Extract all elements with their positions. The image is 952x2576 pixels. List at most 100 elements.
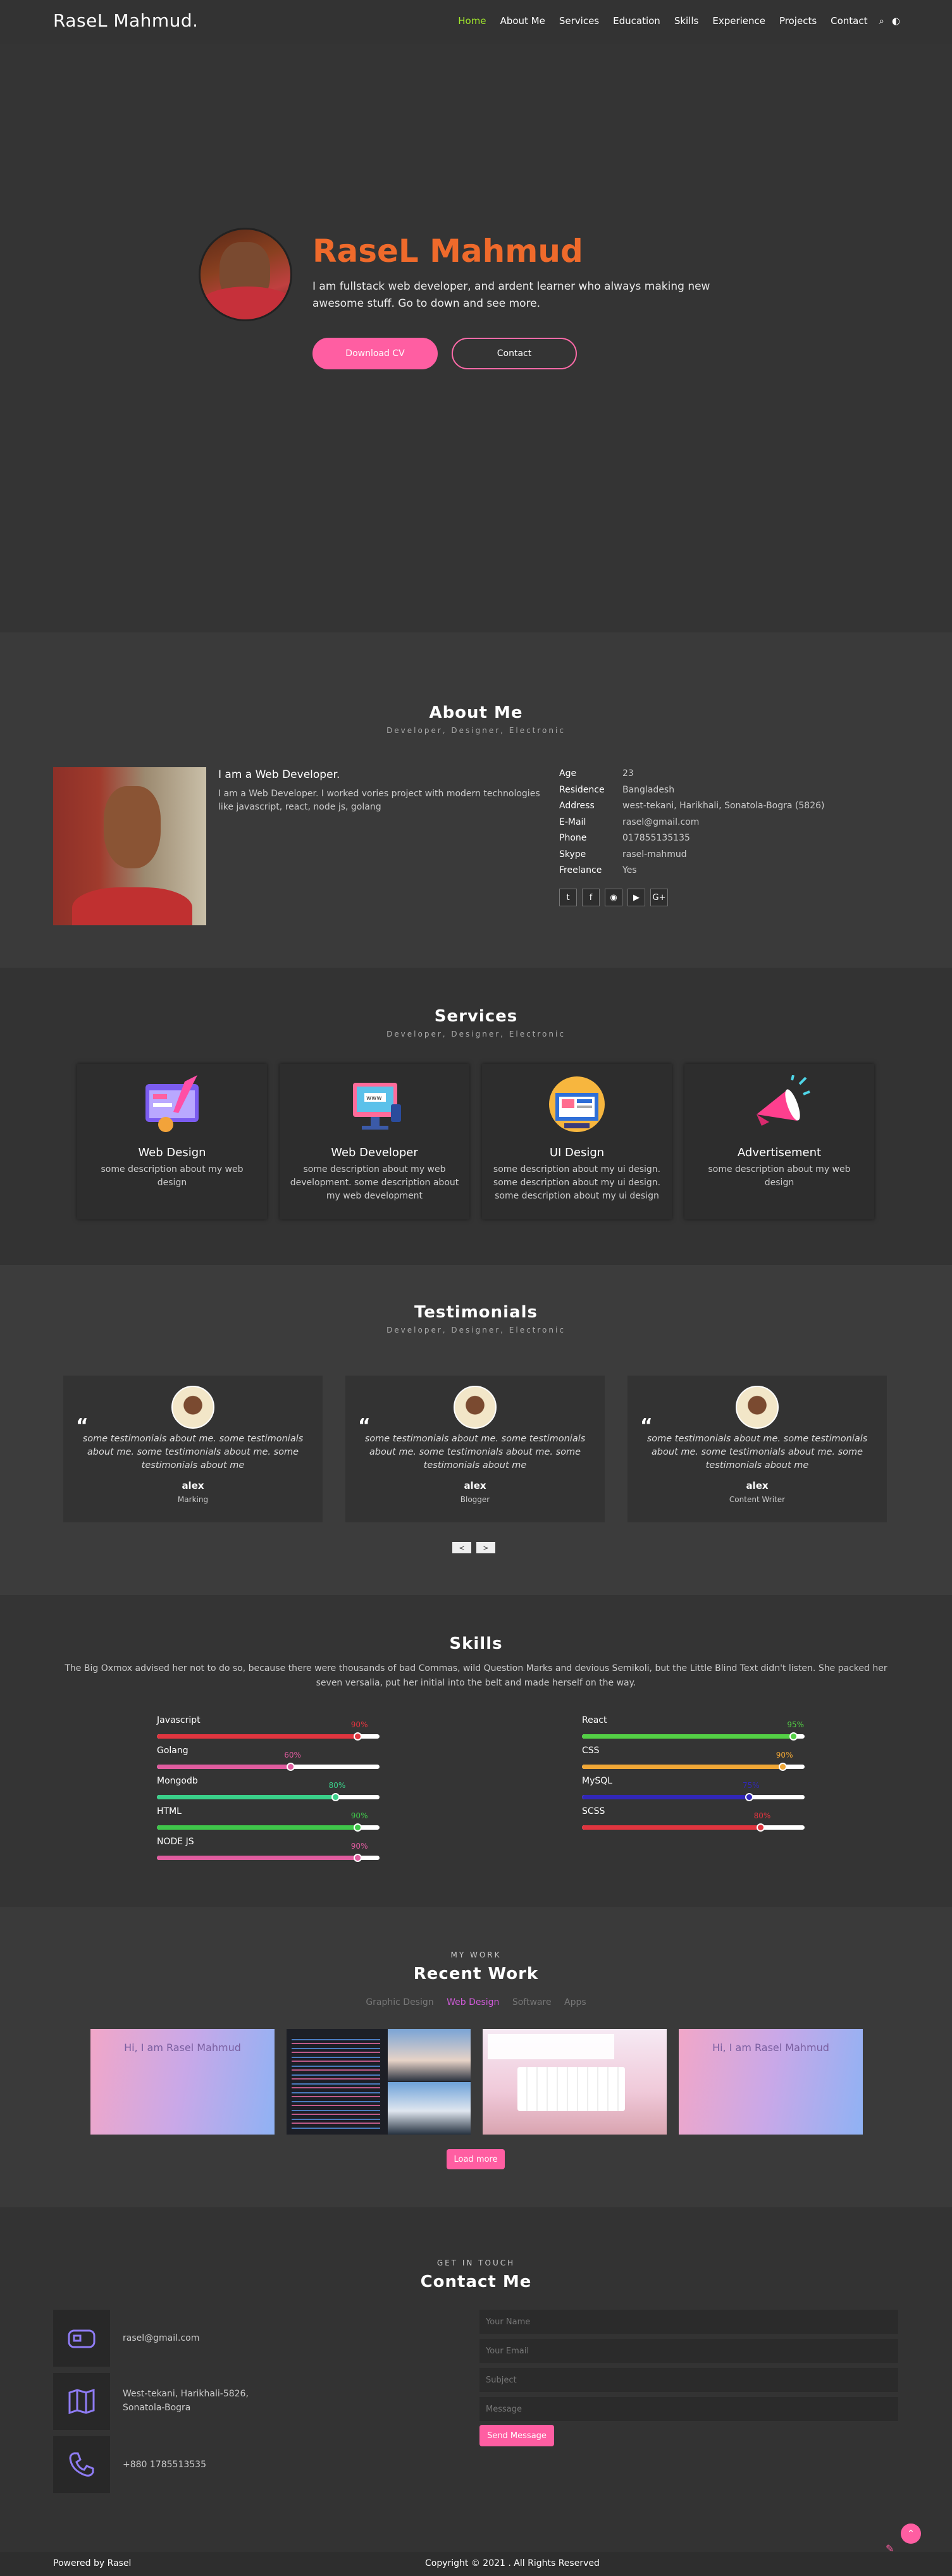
section-title: Services xyxy=(434,1007,518,1026)
hero-section: RaseL Mahmud I am fullstack web develope… xyxy=(0,44,952,632)
service-desc: some description about my ui design. som… xyxy=(493,1164,661,1201)
info-row: Address west-tekani, Harikhali, Sonatola-… xyxy=(559,801,824,817)
work-thumbnail[interactable]: Hi, I am Rasel Mahmud xyxy=(90,2029,275,2135)
quote-icon: “ xyxy=(76,1415,89,1437)
info-value: rasel-mahmud xyxy=(622,849,687,860)
theme-toggle-icon[interactable]: ◐ xyxy=(892,15,900,27)
subject-field[interactable] xyxy=(479,2368,898,2392)
service-card[interactable]: Advertisement some description about my … xyxy=(684,1064,874,1219)
recent-work-section: MY WORK Recent Work Graphic Design Web D… xyxy=(0,1907,952,2207)
tab-software[interactable]: Software xyxy=(512,1997,552,2007)
name-field[interactable] xyxy=(479,2310,898,2334)
service-title: Web Developer xyxy=(331,1146,418,1159)
skill-fill xyxy=(582,1765,782,1769)
info-value: Yes xyxy=(622,865,637,875)
nav-skills[interactable]: Skills xyxy=(674,15,699,27)
service-card[interactable]: UI Design some description about my ui d… xyxy=(482,1064,672,1219)
contact-button[interactable]: Contact xyxy=(452,338,577,369)
skill-name: React xyxy=(582,1715,607,1725)
testimonial-text: some testimonials about me. some testimo… xyxy=(82,1434,304,1470)
contact-section: GET IN TOUCH Contact Me rasel@gmail.com … xyxy=(0,2207,952,2552)
personal-info: Age 23 Residence Bangladesh Address west-te… xyxy=(559,768,824,882)
carousel-next-button[interactable]: > xyxy=(476,1542,495,1553)
testimonial-name: alex xyxy=(182,1480,204,1491)
thumb-heading: Hi, I am Rasel Mahmud xyxy=(124,2042,241,2054)
tab-graphic-design[interactable]: Graphic Design xyxy=(366,1997,433,2007)
skill-name: SCSS xyxy=(582,1806,605,1816)
google-plus-icon[interactable]: G+ xyxy=(650,889,668,906)
skill-percent: 60% xyxy=(284,1751,301,1759)
download-cv-button[interactable]: Download CV xyxy=(312,338,438,369)
youtube-icon[interactable]: ▶ xyxy=(627,889,645,906)
social-links: t f ◉ ▶ G+ xyxy=(559,889,668,906)
twitter-icon[interactable]: t xyxy=(559,889,577,906)
edit-icon[interactable]: ✎ xyxy=(886,2542,896,2554)
nav-projects[interactable]: Projects xyxy=(779,15,817,27)
service-desc: some description about my web design xyxy=(708,1164,851,1188)
contact-email[interactable]: rasel@gmail.com xyxy=(123,2331,199,2345)
nav-experience[interactable]: Experience xyxy=(712,15,765,27)
skill-track xyxy=(157,1732,380,1741)
skill-percent: 90% xyxy=(350,1720,368,1729)
tab-apps[interactable]: Apps xyxy=(564,1997,586,2007)
search-icon[interactable]: ⌕ xyxy=(879,15,884,27)
footer: Powered by Rasel Copyright © 2021 . All … xyxy=(0,2552,952,2576)
work-filter-tabs: Graphic Design Web Design Software Apps xyxy=(0,1997,952,2007)
nav-about[interactable]: About Me xyxy=(500,15,545,27)
testimonial-card: “ some testimonials about me. some testi… xyxy=(345,1376,605,1522)
footer-copyright: Copyright © 2021 . All Rights Reserved xyxy=(425,2558,600,2568)
skill-handle xyxy=(353,1823,362,1832)
skill-handle xyxy=(789,1732,798,1741)
skills-section: Skills The Big Oxmox advised her not to … xyxy=(0,1595,952,1907)
skill-handle xyxy=(745,1793,753,1801)
skill-bar: SCSS 80% xyxy=(582,1806,805,1838)
send-message-button[interactable]: Send Message xyxy=(479,2425,554,2446)
nav-contact[interactable]: Contact xyxy=(831,15,867,27)
services-section: Services Developer, Designer, Electronic… xyxy=(0,968,952,1265)
facebook-icon[interactable]: f xyxy=(582,889,600,906)
skill-name: MySQL xyxy=(582,1776,613,1786)
skill-track xyxy=(157,1823,380,1832)
message-field[interactable] xyxy=(479,2397,898,2421)
scroll-to-top-button[interactable]: ⌃ xyxy=(901,2524,921,2544)
carousel-prev-button[interactable]: < xyxy=(452,1542,471,1553)
nav-education[interactable]: Education xyxy=(613,15,660,27)
skill-name: Mongodb xyxy=(157,1776,198,1786)
skill-bar: Golang 60% xyxy=(157,1746,380,1777)
skill-bar: HTML 90% xyxy=(157,1806,380,1838)
testimonial-card: “ some testimonials about me. some testi… xyxy=(627,1376,887,1522)
load-more-button[interactable]: Load more xyxy=(447,2149,505,2169)
work-thumbnail[interactable]: Hi, I am Rasel Mahmud xyxy=(679,2029,863,2135)
skill-fill xyxy=(582,1795,749,1799)
instagram-icon[interactable]: ◉ xyxy=(605,889,622,906)
info-value: west-tekani, Harikhali, Sonatola-Bogra (… xyxy=(622,801,825,811)
skill-percent: 90% xyxy=(350,1842,368,1851)
skill-fill xyxy=(157,1734,357,1739)
nav-home[interactable]: Home xyxy=(458,15,486,27)
testimonial-role: Content Writer xyxy=(729,1495,786,1504)
about-text: I am a Web Developer. I worked vories pr… xyxy=(218,789,540,812)
service-desc: some description about my web design xyxy=(101,1164,244,1188)
skill-fill xyxy=(157,1795,335,1799)
info-row: Age 23 xyxy=(559,768,824,785)
site-logo[interactable]: RaseL Mahmud. xyxy=(53,10,199,31)
skill-bar: Javascript 90% xyxy=(157,1715,380,1747)
info-key: Age xyxy=(559,768,577,779)
mailbox-icon xyxy=(68,2329,96,2348)
contact-phone[interactable]: +880 1785513535 xyxy=(123,2458,206,2472)
email-field[interactable] xyxy=(479,2339,898,2363)
info-key: Address xyxy=(559,801,595,811)
work-thumbnail[interactable] xyxy=(483,2029,667,2135)
testimonial-text: some testimonials about me. some testimo… xyxy=(646,1434,868,1470)
info-row: Skype rasel-mahmud xyxy=(559,849,824,866)
info-row: Phone 017855135135 xyxy=(559,833,824,849)
service-card[interactable]: www Web Developer some description about… xyxy=(280,1064,469,1219)
phone-icon xyxy=(69,2452,94,2477)
nav-services[interactable]: Services xyxy=(559,15,599,27)
tab-web-design[interactable]: Web Design xyxy=(447,1997,499,2007)
work-thumbnail[interactable] xyxy=(287,2029,471,2135)
service-card[interactable]: Web Design some description about my web… xyxy=(77,1064,267,1219)
skill-percent: 95% xyxy=(787,1720,805,1729)
testimonial-avatar xyxy=(736,1386,779,1429)
section-kicker: MY WORK xyxy=(450,1950,502,1959)
